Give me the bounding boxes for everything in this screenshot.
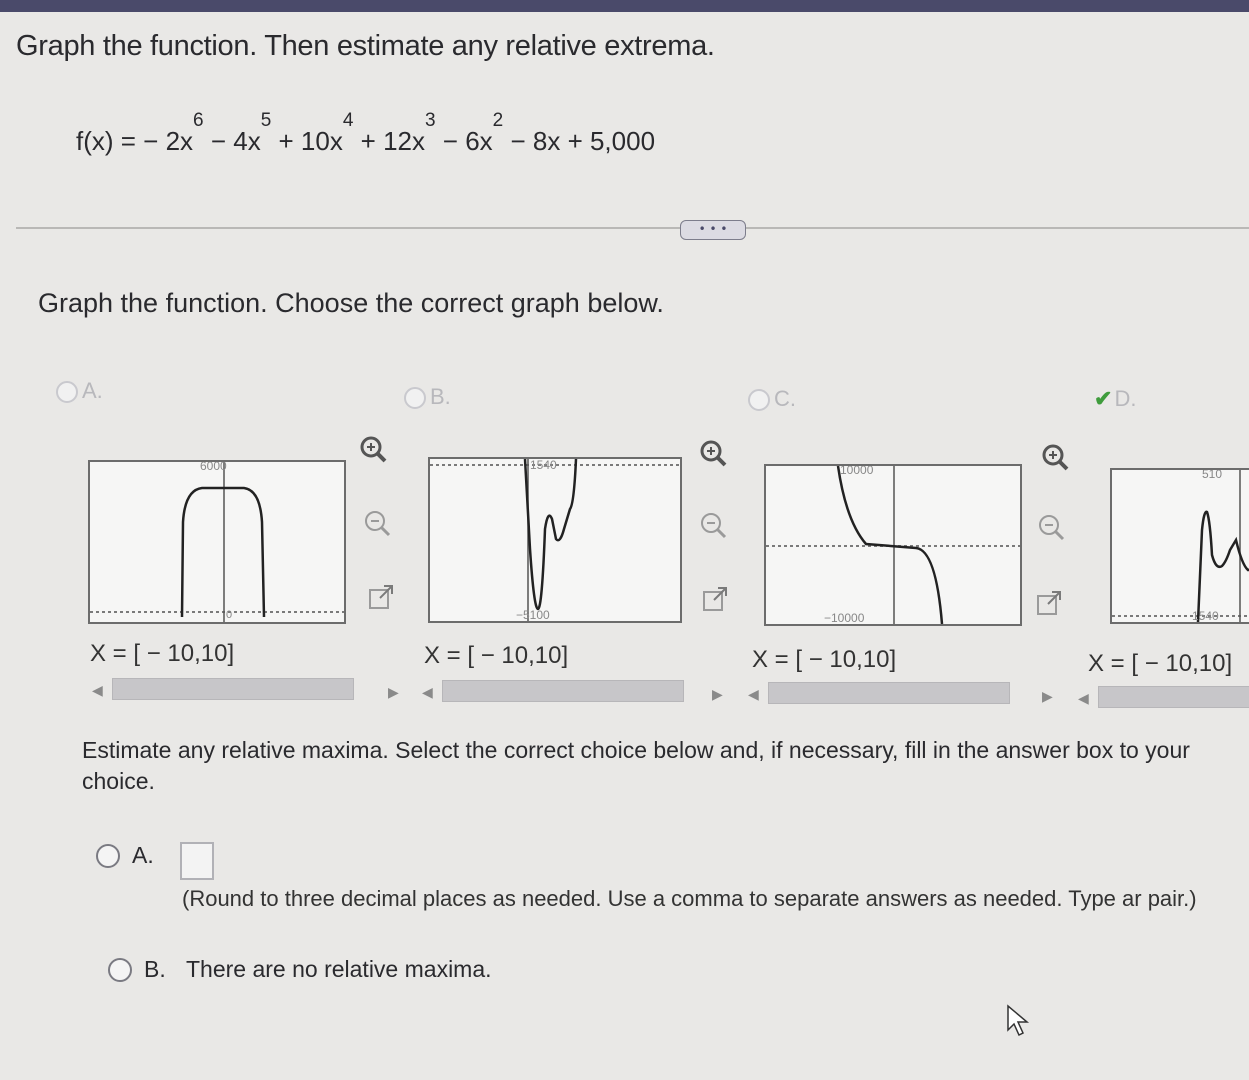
graph-b-xrange: X = [ − 10,10]: [424, 642, 569, 669]
option-a-radio[interactable]: [56, 381, 78, 404]
choice-b-text: There are no relative maxima.: [186, 956, 492, 982]
graph-a-xrange: X = [ − 10,10]: [90, 640, 235, 667]
option-b[interactable]: B.: [404, 384, 451, 410]
graph-a-bottom-label: 0: [226, 609, 232, 621]
option-c-letter: C.: [774, 386, 796, 411]
zoom-out-icon[interactable]: [1036, 512, 1066, 542]
expand-icon[interactable]: [366, 582, 396, 612]
answer-input-box[interactable]: [180, 842, 214, 880]
option-d-letter: D.: [1114, 386, 1137, 411]
graph-c-top-label: 10000: [840, 466, 874, 477]
part2-prompt: Estimate any relative maxima. Select the…: [82, 737, 1190, 794]
scroll-right-arrow[interactable]: ▶: [1042, 688, 1053, 705]
graph-d-xrange: X = [ − 10,10]: [1088, 650, 1233, 677]
graph-b: 1540 −5100: [428, 457, 682, 623]
expand-icon[interactable]: [1034, 588, 1064, 618]
expand-icon[interactable]: [700, 584, 730, 614]
section-divider: [16, 227, 1249, 229]
choice-b-letter: B.: [144, 956, 166, 982]
option-a[interactable]: A.: [56, 378, 103, 404]
graph-c-xrange: X = [ − 10,10]: [752, 646, 897, 673]
graph-c: 10000 −10000: [764, 464, 1022, 626]
option-c-radio[interactable]: [748, 389, 770, 412]
choice-a-letter: A.: [132, 842, 154, 868]
zoom-in-icon[interactable]: [358, 434, 388, 464]
graph-b-scrollbar[interactable]: [442, 680, 684, 702]
zoom-in-icon[interactable]: [698, 438, 728, 468]
zoom-in-icon[interactable]: [1040, 442, 1070, 472]
zoom-out-icon[interactable]: [362, 508, 392, 538]
question-title: Graph the function. Then estimate any re…: [16, 30, 715, 62]
graph-b-bottom-label: −5100: [516, 608, 550, 621]
checkmark-icon: ✔: [1094, 386, 1113, 411]
scroll-right-arrow[interactable]: ▶: [712, 686, 723, 703]
option-c[interactable]: C.: [748, 386, 796, 412]
graph-a-top-label: 6000: [200, 462, 227, 473]
zoom-out-icon[interactable]: [698, 510, 728, 540]
mouse-cursor-icon: [1007, 1004, 1030, 1037]
scroll-left-arrow[interactable]: ◀: [422, 684, 433, 701]
graph-c-bottom-label: −10000: [824, 611, 865, 624]
graph-c-scrollbar[interactable]: [768, 682, 1010, 704]
graph-d: 510 1540: [1110, 468, 1249, 624]
scroll-left-arrow[interactable]: ◀: [1078, 690, 1089, 707]
choice-a-hint: (Round to three decimal places as needed…: [182, 886, 1197, 911]
part1-prompt: Graph the function. Choose the correct g…: [38, 288, 664, 318]
graph-a-scrollbar[interactable]: [112, 678, 354, 700]
graph-d-top-label: 510: [1202, 470, 1222, 481]
top-bar: [0, 0, 1249, 12]
option-d[interactable]: ✔D.: [1094, 386, 1136, 412]
option-b-letter: B.: [430, 384, 451, 409]
graph-d-scrollbar[interactable]: [1098, 686, 1249, 708]
graph-d-bottom-label: 1540: [1192, 609, 1219, 622]
more-options-button[interactable]: • • •: [680, 220, 746, 240]
option-a-letter: A.: [82, 378, 103, 403]
graph-b-top-label: 1540: [530, 459, 557, 472]
choice-a-radio[interactable]: [96, 844, 120, 868]
choice-b-radio[interactable]: [108, 958, 132, 982]
function-formula: f(x) = − 2x6 − 4x5 + 10x4 + 12x3 − 6x2 −…: [76, 110, 656, 156]
scroll-right-arrow[interactable]: ▶: [388, 684, 399, 701]
scroll-left-arrow[interactable]: ◀: [748, 686, 759, 703]
graph-a: 6000 0: [88, 460, 346, 624]
scroll-left-arrow[interactable]: ◀: [92, 682, 103, 699]
option-b-radio[interactable]: [404, 387, 426, 410]
